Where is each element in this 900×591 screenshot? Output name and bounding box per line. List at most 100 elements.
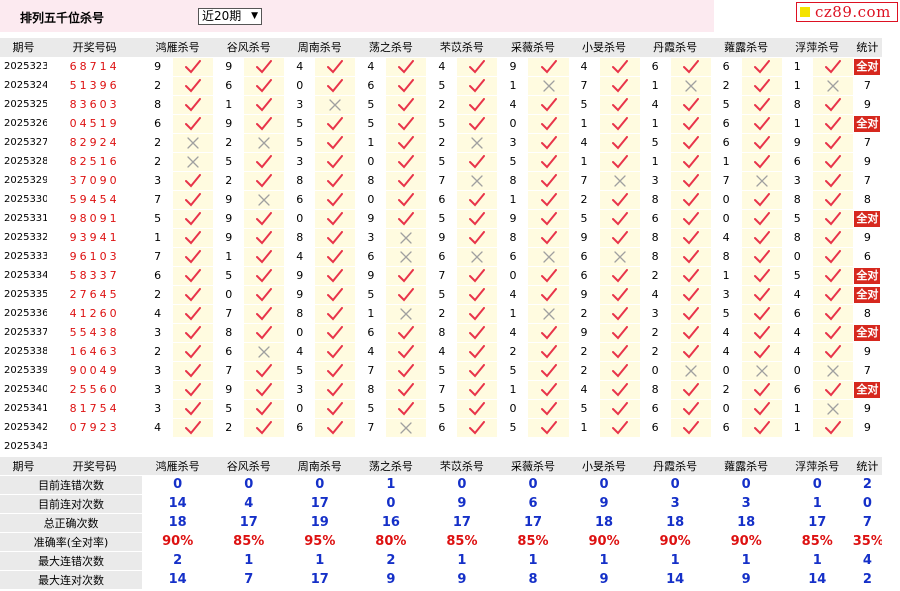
kill-value-cell: 5 bbox=[284, 133, 316, 153]
kill-value-cell: 4 bbox=[284, 57, 316, 77]
draw-number-cell: 82924 bbox=[47, 133, 143, 153]
kill-result-cell bbox=[244, 190, 285, 210]
cross-icon bbox=[400, 307, 413, 320]
kill-result-cell bbox=[741, 380, 782, 400]
kill-result-cell bbox=[173, 171, 214, 191]
kill-result-cell bbox=[528, 342, 569, 362]
check-icon bbox=[753, 420, 770, 434]
kill-result-cell bbox=[173, 209, 214, 229]
check-icon bbox=[611, 135, 628, 149]
kill-result-cell bbox=[457, 342, 498, 362]
kill-value-cell: 4 bbox=[568, 133, 600, 153]
table-row: 2025325 83603 8 1 3 5 2 4 5 4 5 8 9 bbox=[0, 95, 882, 115]
kill-result-cell bbox=[386, 76, 427, 96]
period-cell: 2025339 bbox=[0, 361, 48, 381]
check-icon bbox=[398, 97, 415, 111]
kill-value-cell: 3 bbox=[781, 171, 813, 191]
cross-icon bbox=[258, 345, 270, 358]
kill-result-cell bbox=[670, 209, 711, 229]
kill-result-cell bbox=[173, 285, 214, 305]
column-header: 周南杀号 bbox=[284, 456, 356, 476]
kill-value-cell: 2 bbox=[639, 323, 671, 343]
check-icon bbox=[256, 287, 273, 301]
kill-value-cell: 4 bbox=[568, 57, 600, 77]
period-cell: 2025325 bbox=[0, 95, 48, 115]
kill-result-cell bbox=[741, 285, 782, 305]
kill-result-cell bbox=[741, 95, 782, 115]
stats-value: 17 bbox=[426, 513, 498, 533]
kill-result-cell bbox=[173, 76, 214, 96]
kill-value-cell: 2 bbox=[213, 418, 245, 438]
stats-row: 目前连对次数 14 4 17 0 9 6 9 3 3 1 0 bbox=[0, 494, 882, 514]
check-icon bbox=[611, 306, 628, 320]
kill-value-cell: 3 bbox=[284, 380, 316, 400]
cross-icon bbox=[471, 250, 484, 263]
kill-result-cell bbox=[457, 380, 498, 400]
kill-result-cell bbox=[528, 323, 569, 343]
kill-value-cell: 3 bbox=[142, 380, 174, 400]
kill-value-cell: 2 bbox=[142, 76, 174, 96]
cross-icon bbox=[187, 155, 199, 168]
kill-value-cell: 9 bbox=[426, 228, 458, 248]
kill-value-cell: 4 bbox=[568, 380, 600, 400]
kill-result-cell bbox=[528, 361, 569, 381]
kill-result-cell bbox=[528, 190, 569, 210]
stats-label: 准确率(全对率) bbox=[0, 532, 143, 552]
kill-value-cell: 0 bbox=[213, 285, 245, 305]
kill-value-cell: 4 bbox=[284, 342, 316, 362]
check-icon bbox=[753, 268, 770, 282]
kill-number-table: 期号 开奖号码 鸿雁杀号 谷风杀号 周南杀号 荡之杀号 芣苡杀号 采薇杀号 小旻杀号 丹霞杀号 蕹露… bbox=[0, 38, 882, 590]
cross-icon bbox=[329, 98, 341, 111]
kill-result-cell bbox=[599, 266, 640, 286]
check-icon bbox=[540, 192, 557, 206]
page-title: 排列五千位杀号 bbox=[20, 11, 105, 25]
check-icon bbox=[824, 268, 841, 282]
check-icon bbox=[256, 325, 273, 339]
kill-value-cell: 6 bbox=[142, 114, 174, 134]
check-icon bbox=[469, 154, 486, 168]
table-row: 2025336 41260 4 7 8 1 2 1 2 3 5 6 8 bbox=[0, 304, 882, 324]
stats-value: 1 bbox=[213, 551, 285, 571]
kill-result-cell bbox=[173, 152, 214, 172]
check-icon bbox=[540, 268, 557, 282]
draw-number-cell: 55438 bbox=[47, 323, 143, 343]
kill-value-cell: 6 bbox=[426, 247, 458, 267]
kill-result-cell bbox=[670, 114, 711, 134]
kill-value-cell: 6 bbox=[781, 380, 813, 400]
check-icon bbox=[824, 97, 841, 111]
site-logo[interactable]: cz89.com bbox=[796, 2, 898, 22]
kill-result-cell bbox=[599, 361, 640, 381]
table-row: 2025333 96103 7 1 4 6 6 6 6 8 8 0 6 bbox=[0, 247, 882, 267]
kill-value-cell: 5 bbox=[213, 152, 245, 172]
kill-value-cell: 0 bbox=[497, 114, 529, 134]
check-icon bbox=[824, 192, 841, 206]
kill-result-cell bbox=[528, 152, 569, 172]
check-icon bbox=[682, 154, 699, 168]
stats-label: 目前连对次数 bbox=[0, 494, 143, 514]
stats-value: 1 bbox=[426, 551, 498, 571]
current-gap-cell bbox=[244, 437, 285, 457]
stats-value: 1 bbox=[781, 551, 853, 571]
kill-result-cell bbox=[599, 247, 640, 267]
kill-result-cell bbox=[528, 114, 569, 134]
current-period-row: 2025343 当前期杀号 7 1 6 3 9 2 5 3 1 0 bbox=[0, 437, 882, 457]
table-row: 2025341 81754 3 5 0 5 5 0 5 6 0 1 9 bbox=[0, 399, 882, 419]
kill-value-cell: 9 bbox=[213, 190, 245, 210]
column-header: 开奖号码 bbox=[47, 38, 143, 58]
check-icon bbox=[469, 363, 486, 377]
kill-value-cell: 8 bbox=[213, 323, 245, 343]
period-cell: 2025324 bbox=[0, 76, 48, 96]
kill-value-cell: 1 bbox=[781, 57, 813, 77]
kill-value-cell: 3 bbox=[142, 361, 174, 381]
kill-result-cell bbox=[315, 171, 356, 191]
kill-value-cell: 0 bbox=[497, 266, 529, 286]
stats-value: 14 bbox=[781, 570, 853, 590]
kill-result-cell bbox=[173, 133, 214, 153]
stats-value: 9 bbox=[426, 494, 498, 514]
check-icon bbox=[753, 192, 770, 206]
check-icon bbox=[185, 97, 202, 111]
check-icon bbox=[327, 268, 344, 282]
stats-value: 3 bbox=[710, 494, 782, 514]
kill-result-cell bbox=[528, 418, 569, 438]
period-range-select[interactable]: 近20期 ▼ bbox=[198, 8, 262, 25]
